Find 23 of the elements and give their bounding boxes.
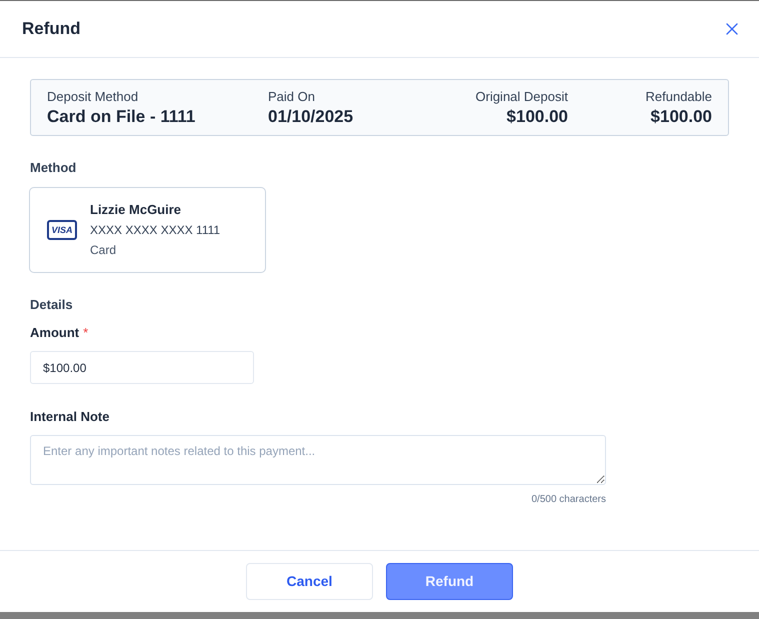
summary-label: Refundable [646,88,712,106]
summary-label: Deposit Method [47,88,138,106]
summary-label: Original Deposit [476,88,568,106]
character-counter: 0/500 characters [530,493,606,507]
card-brand-logo: VISA [47,220,77,240]
card-type: Card [90,242,118,259]
cancel-button[interactable]: Cancel [246,563,373,600]
summary-label: Paid On [268,88,315,106]
summary-value: 01/10/2025 [268,106,354,128]
amount-input[interactable]: $100.00 [30,351,254,384]
payment-card-tile[interactable]: VISA Lizzie McGuire XXXX XXXX XXXX 1111 Card [29,187,266,273]
cardholder-name: Lizzie McGuire [90,201,182,219]
note-label: Internal Note [30,409,110,425]
dialog-title: Refund [22,18,81,40]
note-field[interactable]: Enter any important notes related to this payment... [30,435,606,485]
card-number: XXXX XXXX XXXX 1111 [90,222,220,239]
section-label: Method [30,160,76,176]
summary-value: $100.00 [650,106,712,128]
summary-value: Card on File - 1111 [47,106,196,128]
required-marker: * [83,325,88,341]
amount-label: Amount [30,325,80,341]
section-label: Details [30,297,73,313]
summary-value: $100.00 [506,106,568,128]
